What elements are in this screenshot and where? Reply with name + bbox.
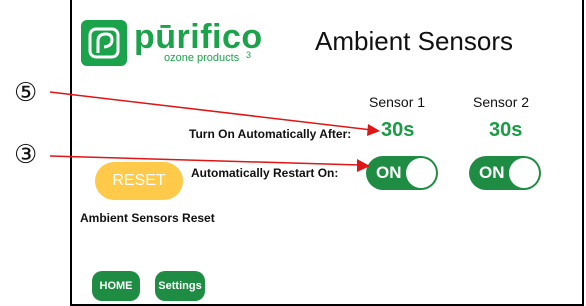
arrow-line-bottom <box>49 155 361 166</box>
arrow-head-top <box>367 124 380 136</box>
arrow-line-top <box>49 91 373 131</box>
annotation-arrows <box>49 91 380 172</box>
arrow-head-bottom <box>357 159 370 172</box>
